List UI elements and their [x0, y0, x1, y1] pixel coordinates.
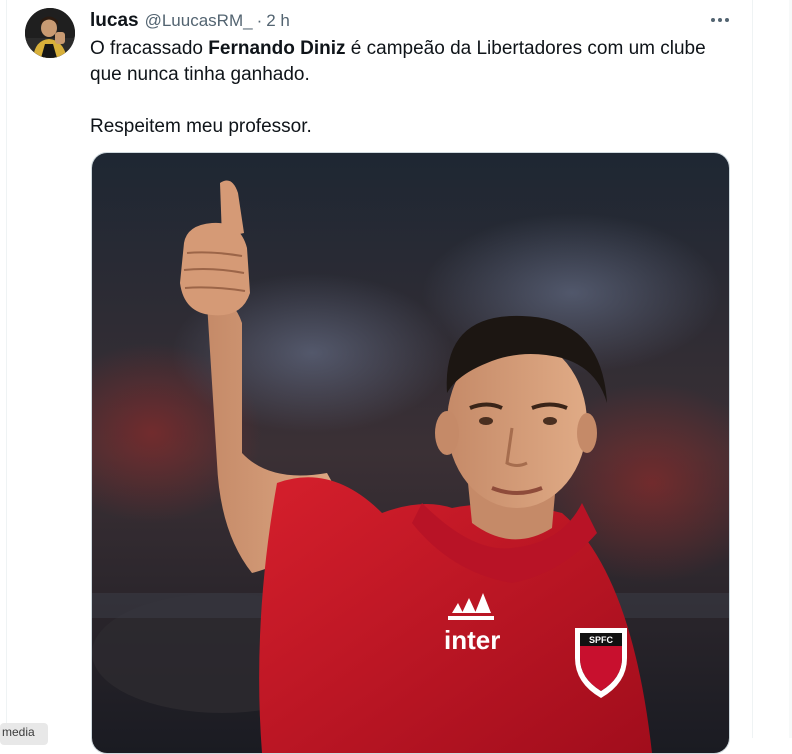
media-tooltip: media: [0, 723, 48, 745]
tweet-media-photo[interactable]: inter SPFC: [91, 152, 730, 754]
tweet-timestamp[interactable]: 2 h: [266, 11, 290, 31]
crest-text: SPFC: [589, 635, 614, 645]
timeline-border-right: [752, 0, 753, 738]
separator-dot: ·: [256, 11, 263, 30]
photo-illustration: inter SPFC: [92, 153, 729, 753]
author-handle[interactable]: @LuucasRM_: [145, 11, 253, 31]
avatar[interactable]: [25, 8, 75, 58]
tweet-text-paragraph: O fracassado Fernando Diniz é campeão da…: [90, 36, 740, 88]
tweet-header: lucas @LuucasRM_ · 2 h: [90, 10, 290, 32]
more-options-button[interactable]: [706, 8, 734, 32]
more-horizontal-icon: [711, 18, 715, 22]
author-name[interactable]: lucas: [90, 10, 139, 32]
more-horizontal-icon-dot: [725, 18, 729, 22]
shirt-sponsor-text: inter: [444, 625, 500, 655]
avatar-image: [25, 8, 75, 58]
more-horizontal-icon-dot: [718, 18, 722, 22]
tweet-text-part1: O fracassado: [90, 38, 209, 59]
tweet-text-bold: Fernando Diniz: [208, 38, 346, 59]
tweet-text-line2: Respeitem meu professor.: [90, 116, 312, 137]
tweet-text: O fracassado Fernando Diniz é campeão da…: [90, 36, 740, 140]
tweet[interactable]: lucas @LuucasRM_ · 2 h O fracassado Fern…: [0, 0, 752, 754]
